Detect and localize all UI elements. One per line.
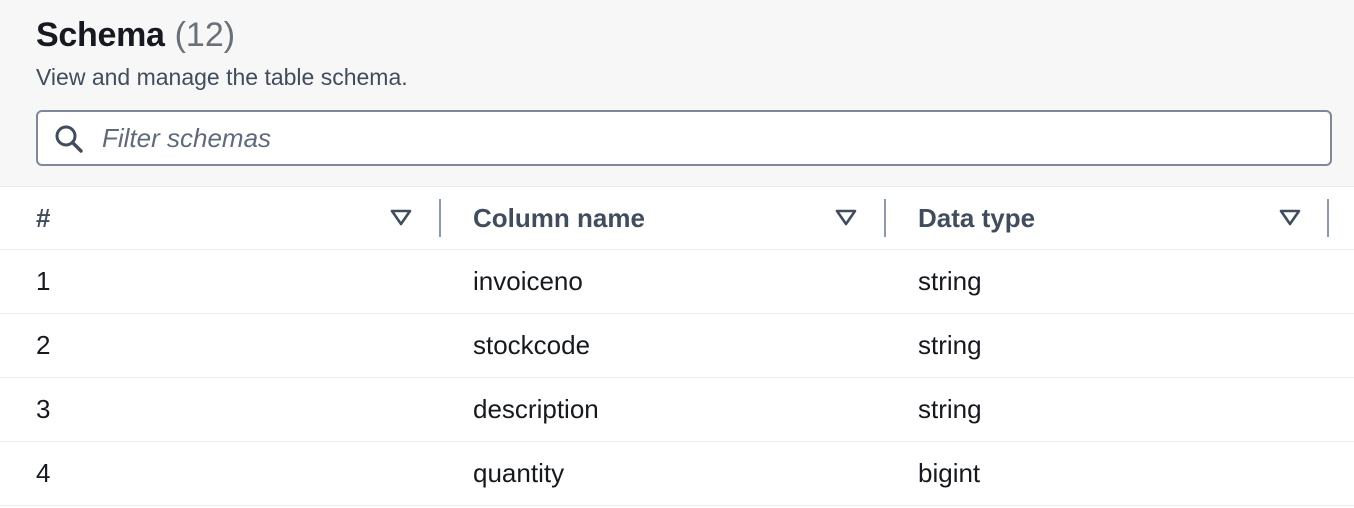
column-resize-handle[interactable] (884, 199, 886, 237)
sort-caret-down-icon[interactable] (390, 209, 412, 227)
filter-box[interactable] (36, 110, 1332, 166)
column-header-data-type[interactable]: Data type (918, 187, 1328, 249)
search-icon (55, 125, 83, 153)
table-row: 1 invoiceno string (0, 250, 1354, 314)
cell-index: 4 (36, 458, 51, 488)
cell-index: 3 (36, 394, 51, 424)
cell-column-name: description (473, 394, 599, 424)
sort-caret-down-icon[interactable] (1279, 209, 1301, 227)
schema-count: (12) (174, 16, 236, 54)
filter-schemas-input[interactable] (102, 118, 1312, 158)
column-resize-handle[interactable] (439, 199, 441, 237)
cell-column-name: stockcode (473, 330, 591, 360)
cell-data-type: string (918, 394, 982, 424)
column-header-index[interactable]: # (36, 187, 440, 249)
cell-data-type: string (918, 330, 982, 360)
page-description: View and manage the table schema. (36, 64, 408, 90)
column-header-label: Column name (473, 202, 645, 233)
table-header-panel: Schema (12) View and manage the table sc… (0, 0, 1354, 187)
cell-column-name: invoiceno (473, 266, 583, 296)
cell-data-type: bigint (918, 458, 981, 488)
table-row: 3 description string (0, 378, 1354, 442)
table-row: 4 quantity bigint (0, 442, 1354, 506)
column-header-label: # (36, 202, 51, 233)
title-row: Schema (12) (36, 16, 235, 60)
cell-column-name: quantity (473, 458, 565, 488)
column-header-column-name[interactable]: Column name (473, 187, 885, 249)
sort-caret-down-icon[interactable] (835, 209, 857, 227)
cell-data-type: string (918, 266, 982, 296)
schema-table: # Column name Data type 1 invoiceno stri… (0, 187, 1354, 506)
table-header-row: # Column name Data type (0, 187, 1354, 250)
column-resize-handle[interactable] (1327, 199, 1329, 237)
table-row: 2 stockcode string (0, 314, 1354, 378)
cell-index: 1 (36, 266, 51, 296)
column-header-label: Data type (918, 202, 1036, 233)
cell-index: 2 (36, 330, 51, 360)
page-title: Schema (36, 16, 165, 54)
